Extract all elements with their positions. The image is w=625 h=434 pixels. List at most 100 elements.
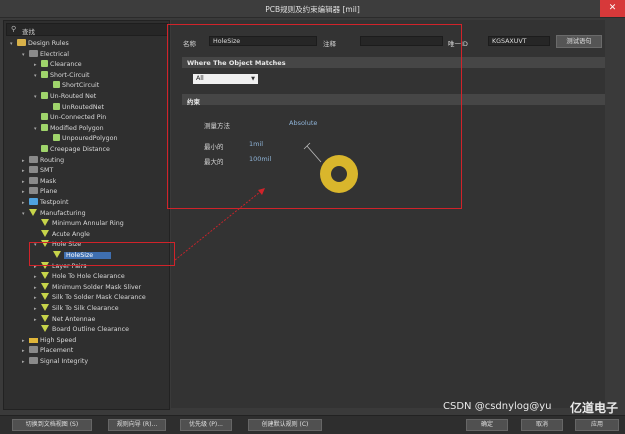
rule2-icon <box>53 134 60 142</box>
brand-watermark: 亿道电子 <box>570 401 619 415</box>
tree-item-label: Routing <box>40 156 65 164</box>
create-default-rules-button[interactable]: 创建默认规则 (C) <box>248 419 322 431</box>
expand-down-icon[interactable]: ▾ <box>34 124 41 134</box>
tree-item[interactable]: ▸ Mask <box>22 176 57 187</box>
tree-item-label: Board Outline Clearance <box>52 326 129 334</box>
expand-down-icon[interactable]: ▾ <box>34 92 41 102</box>
tree-item-label: Modified Polygon <box>50 124 104 132</box>
expand-down-icon[interactable]: ▾ <box>10 39 17 49</box>
tree-item[interactable]: ▾ Manufacturing <box>22 208 86 219</box>
expand-right-icon[interactable]: ▸ <box>22 346 29 356</box>
ok-button[interactable]: 确定 <box>466 419 508 431</box>
gray-icon <box>29 176 38 184</box>
test-query-button[interactable]: 测试语句 <box>556 35 602 48</box>
rule-wizard-button[interactable]: 规则向导 (R)... <box>108 419 166 431</box>
tree-item[interactable]: ▸ Placement <box>22 346 73 356</box>
rule-icon <box>41 325 49 333</box>
rule-icon <box>41 282 49 290</box>
tree-item[interactable]: ▾ Electrical <box>22 49 69 60</box>
tree-item[interactable]: ▾ Design Rules <box>10 39 69 49</box>
tree-item-label: Minimum Solder Mask Sliver <box>52 283 142 291</box>
expand-right-icon[interactable]: ▸ <box>22 156 29 166</box>
tree-item-label: High Speed <box>40 336 77 344</box>
gray-icon <box>29 166 38 174</box>
expand-right-icon[interactable]: ▸ <box>34 304 41 314</box>
rule2-icon <box>41 123 48 131</box>
window-title: PCB规则及约束编辑器 [mil] <box>265 5 360 14</box>
tree-item-label: Clearance <box>50 61 82 69</box>
expand-right-icon[interactable]: ▸ <box>34 293 41 303</box>
switch-document-view-button[interactable]: 切换到文档视图 (S) <box>12 419 92 431</box>
tree-item[interactable]: ▾ Modified Polygon <box>34 123 104 134</box>
tree-item-label: Silk To Solder Mask Clearance <box>52 294 146 302</box>
tree-item-label: UnpouredPolygon <box>62 135 118 143</box>
tree-item[interactable]: ▸ Silk To Silk Clearance <box>34 304 119 314</box>
csdn-watermark: CSDN @csdnylog@yu <box>443 401 552 412</box>
rule-icon <box>29 208 37 216</box>
arrow-head <box>258 188 265 195</box>
tree-item[interactable]: Un-Connected Pin <box>34 113 106 123</box>
folder-icon <box>17 39 26 46</box>
expand-down-icon[interactable]: ▾ <box>22 209 29 219</box>
annotation-box-holesize <box>29 242 175 266</box>
annotation-arrow <box>174 187 266 261</box>
expand-right-icon[interactable]: ▸ <box>22 336 29 346</box>
expand-down-icon[interactable]: ▾ <box>22 50 29 60</box>
expand-right-icon[interactable]: ▸ <box>22 166 29 176</box>
expand-right-icon[interactable]: ▸ <box>34 315 41 325</box>
expand-right-icon[interactable]: ▸ <box>22 177 29 187</box>
tree-item-label: Plane <box>40 188 58 196</box>
tree-item-label: UnRoutedNet <box>62 103 104 111</box>
tree-item-label: Acute Angle <box>52 230 90 238</box>
arrow-line <box>174 187 266 261</box>
rule2-icon <box>53 102 60 110</box>
tree-item[interactable]: Minimum Annular Ring <box>34 219 124 229</box>
search-input[interactable]: ⚲ 查找 <box>6 23 168 36</box>
tree-item[interactable]: ▾ Un-Routed Net <box>34 92 96 102</box>
tree-item[interactable]: ▸ Net Antennae <box>34 314 96 325</box>
tree-item[interactable]: ▸ High Speed <box>22 336 76 346</box>
tree-item[interactable]: ▸ Hole To Hole Clearance <box>34 272 125 282</box>
tree-item[interactable]: Board Outline Clearance <box>34 325 129 335</box>
rule-icon <box>41 219 49 227</box>
tree-item[interactable]: ▸ Testpoint <box>22 198 68 208</box>
expand-right-icon[interactable]: ▸ <box>34 283 41 293</box>
tree-item-label: Mask <box>40 177 57 185</box>
tree-item-label: Signal Integrity <box>40 358 89 365</box>
tree-item[interactable]: ▸ Silk To Solder Mask Clearance <box>34 293 146 303</box>
tree-item[interactable]: ShortCircuit <box>46 81 99 91</box>
tree-item[interactable]: ▾ Short-Circuit <box>34 70 90 81</box>
tree-item[interactable]: Creepage Distance <box>34 145 110 155</box>
tree-item-label: Testpoint <box>40 199 69 206</box>
close-button[interactable]: ✕ <box>600 0 625 17</box>
tree-item-label: Electrical <box>40 50 69 58</box>
rule2-icon <box>41 60 48 68</box>
expand-right-icon[interactable]: ▸ <box>34 60 41 70</box>
rule2-icon <box>41 145 48 152</box>
expand-right-icon[interactable]: ▸ <box>22 187 29 197</box>
tree-item[interactable]: ▸ Plane <box>22 187 57 197</box>
expand-down-icon[interactable]: ▾ <box>34 71 41 81</box>
tree-item[interactable]: ▸ SMT <box>22 166 53 176</box>
expand-right-icon[interactable]: ▸ <box>22 357 29 367</box>
priority-button[interactable]: 优先级 (P)... <box>180 419 232 431</box>
apply-button[interactable]: 应用 <box>575 419 619 431</box>
search-icon: ⚲ <box>11 25 17 33</box>
cancel-button[interactable]: 取消 <box>521 419 563 431</box>
tree-item[interactable]: Acute Angle <box>34 229 90 240</box>
tree-item[interactable]: ▸ Routing <box>22 155 65 166</box>
tree-item-label: Net Antennae <box>52 315 96 323</box>
unique-id-field[interactable]: KGSAXUVT <box>488 36 550 46</box>
search-label: 查找 <box>22 28 35 36</box>
expand-right-icon[interactable]: ▸ <box>22 198 29 208</box>
expand-right-icon[interactable]: ▸ <box>34 272 41 282</box>
tree-item[interactable]: ▸ Signal Integrity <box>22 357 88 367</box>
tree-item-label: Short-Circuit <box>50 71 90 79</box>
rule2-icon <box>53 81 60 89</box>
rules-tree-panel: ⚲ 查找 ▾ Design Rules ▾ Electrical ▸ Clearance ▾… <box>3 20 170 410</box>
tree-item[interactable]: ▸ Minimum Solder Mask Sliver <box>34 282 142 293</box>
rule2-icon <box>41 92 48 99</box>
tree-item[interactable]: ▸ Clearance <box>34 60 82 70</box>
tree-item[interactable]: UnpouredPolygon <box>46 134 118 144</box>
tree-item[interactable]: UnRoutedNet <box>46 102 104 113</box>
